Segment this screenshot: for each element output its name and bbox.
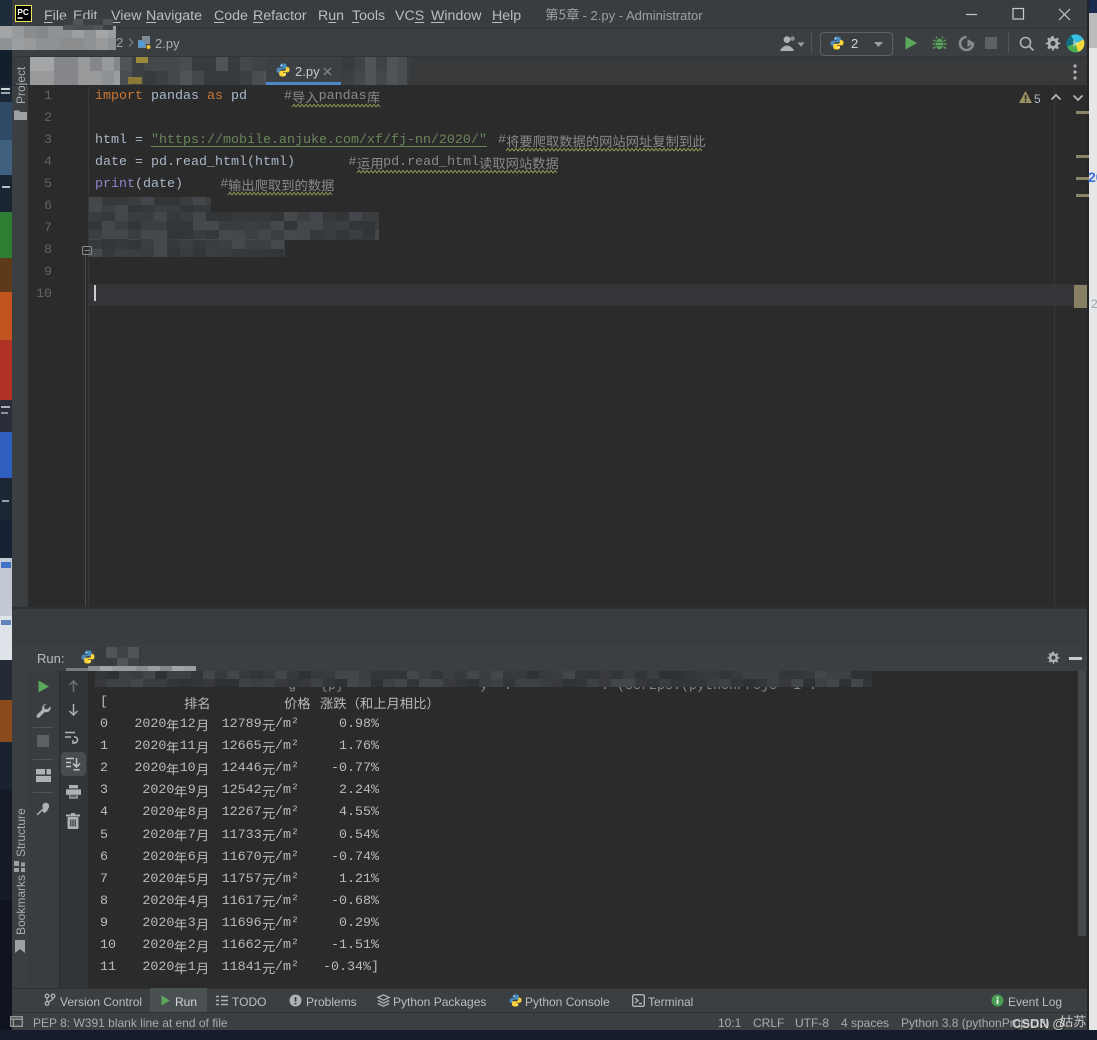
svg-text:PC: PC: [17, 8, 28, 17]
